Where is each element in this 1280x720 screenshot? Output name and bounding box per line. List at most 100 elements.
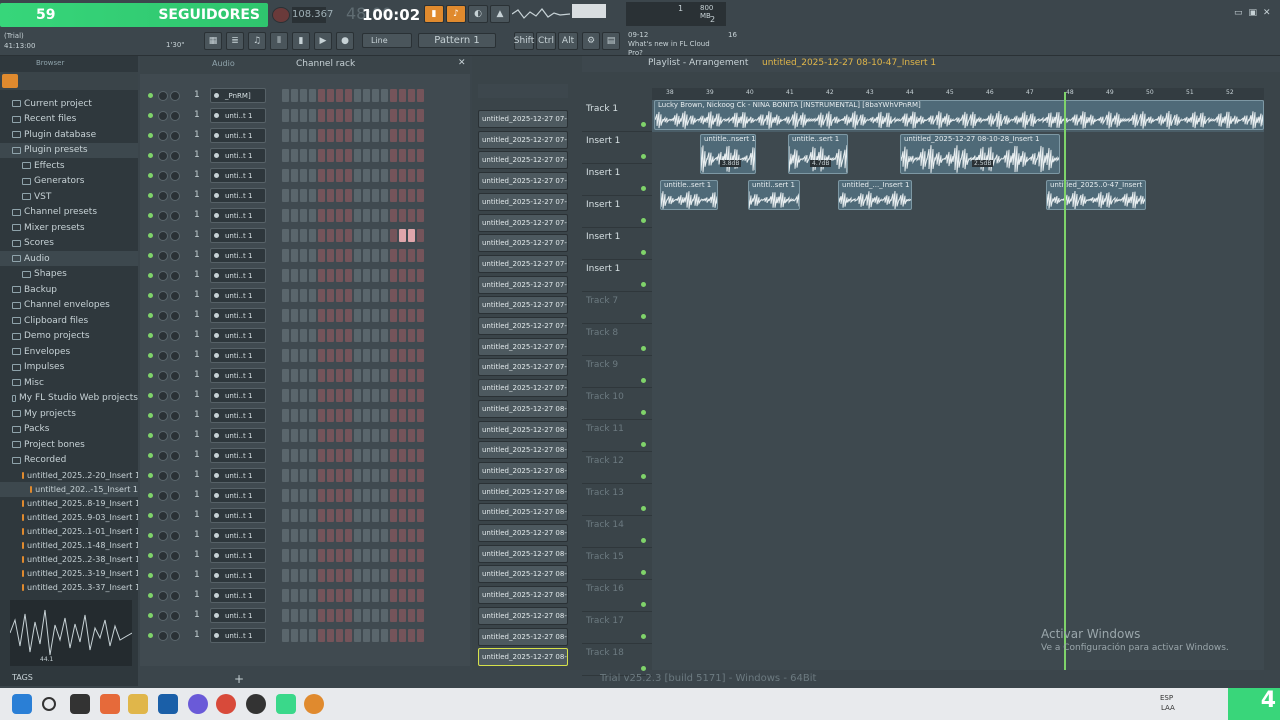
step-button[interactable] bbox=[291, 369, 298, 382]
step-button[interactable] bbox=[327, 569, 334, 582]
step-button[interactable] bbox=[336, 289, 343, 302]
step-button[interactable] bbox=[309, 469, 316, 482]
volume-knob[interactable] bbox=[170, 91, 180, 101]
step-button[interactable] bbox=[399, 509, 406, 522]
step-button[interactable] bbox=[336, 229, 343, 242]
step-button[interactable] bbox=[372, 289, 379, 302]
obs-icon[interactable] bbox=[246, 694, 266, 714]
volume-knob[interactable] bbox=[170, 151, 180, 161]
step-button[interactable] bbox=[408, 269, 415, 282]
step-button[interactable] bbox=[381, 229, 388, 242]
step-button[interactable] bbox=[327, 549, 334, 562]
step-button[interactable] bbox=[390, 629, 397, 642]
step-button[interactable] bbox=[408, 409, 415, 422]
step-button[interactable] bbox=[417, 329, 424, 342]
mixer-track-button[interactable]: untitled_2025-12-27 08- bbox=[478, 482, 568, 501]
step-button[interactable] bbox=[417, 169, 424, 182]
step-button[interactable] bbox=[354, 609, 361, 622]
mixer-track-button[interactable]: untitled_2025-12-27 07- bbox=[478, 337, 568, 356]
step-button[interactable] bbox=[309, 209, 316, 222]
channel-name-button[interactable]: unti..t 1 bbox=[210, 248, 266, 263]
browser-item[interactable]: Impulses bbox=[0, 360, 138, 375]
step-button[interactable] bbox=[327, 509, 334, 522]
start-icon[interactable] bbox=[12, 694, 32, 714]
step-button[interactable] bbox=[390, 229, 397, 242]
step-button[interactable] bbox=[327, 329, 334, 342]
channel-row[interactable]: 1 unti..t 1 bbox=[140, 246, 470, 266]
step-button[interactable] bbox=[300, 409, 307, 422]
recorded-file[interactable]: untitled_202..-15_Insert 1 bbox=[0, 482, 138, 497]
step-button[interactable] bbox=[327, 369, 334, 382]
recorded-file[interactable]: untitled_2025..1-48_Insert 1 bbox=[0, 538, 138, 553]
recorded-file[interactable]: untitled_2025..3-19_Insert 1 bbox=[0, 566, 138, 581]
step-button[interactable] bbox=[282, 409, 289, 422]
channel-mute-led[interactable] bbox=[148, 253, 153, 258]
step-button[interactable] bbox=[363, 269, 370, 282]
channel-row[interactable]: 1 unti..t 1 bbox=[140, 566, 470, 586]
step-button[interactable] bbox=[327, 489, 334, 502]
channel-name-button[interactable]: unti..t 1 bbox=[210, 528, 266, 543]
step-button[interactable] bbox=[282, 189, 289, 202]
step-button[interactable] bbox=[372, 409, 379, 422]
track-header[interactable]: Track 14 bbox=[582, 516, 652, 548]
minimize-icon[interactable]: ▭ bbox=[1234, 8, 1243, 20]
channel-name-button[interactable]: unti..t 1 bbox=[210, 308, 266, 323]
step-sequencer[interactable] bbox=[282, 149, 424, 162]
volume-knob[interactable] bbox=[170, 251, 180, 261]
step-button[interactable] bbox=[381, 269, 388, 282]
step-button[interactable] bbox=[327, 89, 334, 102]
step-button[interactable] bbox=[291, 329, 298, 342]
track-header[interactable]: Track 15 bbox=[582, 548, 652, 580]
step-button[interactable] bbox=[372, 329, 379, 342]
mixer-track-button[interactable]: untitled_2025-12-27 08- bbox=[478, 461, 568, 480]
step-button[interactable] bbox=[408, 249, 415, 262]
step-button[interactable] bbox=[399, 469, 406, 482]
step-sequencer[interactable] bbox=[282, 569, 424, 582]
step-button[interactable] bbox=[390, 269, 397, 282]
step-button[interactable] bbox=[300, 369, 307, 382]
channel-mute-led[interactable] bbox=[148, 173, 153, 178]
step-button[interactable] bbox=[309, 369, 316, 382]
step-button[interactable] bbox=[345, 449, 352, 462]
step-button[interactable] bbox=[282, 369, 289, 382]
mixer-track-button[interactable]: untitled_2025-12-27 07- bbox=[478, 130, 568, 149]
step-button[interactable] bbox=[399, 349, 406, 362]
volume-knob[interactable] bbox=[170, 311, 180, 321]
step-button[interactable] bbox=[345, 329, 352, 342]
mixer-track-button[interactable]: untitled_2025-12-27 07- bbox=[478, 358, 568, 377]
step-sequencer[interactable] bbox=[282, 329, 424, 342]
step-button[interactable] bbox=[282, 489, 289, 502]
step-button[interactable] bbox=[309, 449, 316, 462]
step-button[interactable] bbox=[372, 229, 379, 242]
step-button[interactable] bbox=[318, 489, 325, 502]
channel-name-button[interactable]: unti..t 1 bbox=[210, 588, 266, 603]
mixer-track-button[interactable]: untitled_2025-12-27 07- bbox=[478, 254, 568, 273]
channel-name-button[interactable]: unti..t 1 bbox=[210, 328, 266, 343]
step-button[interactable] bbox=[408, 569, 415, 582]
step-button[interactable] bbox=[363, 189, 370, 202]
step-button[interactable] bbox=[354, 89, 361, 102]
step-button[interactable] bbox=[291, 129, 298, 142]
browser-item[interactable]: Channel envelopes bbox=[0, 298, 138, 313]
step-button[interactable] bbox=[291, 509, 298, 522]
step-sequencer[interactable] bbox=[282, 609, 424, 622]
channel-mute-led[interactable] bbox=[148, 613, 153, 618]
pan-knob[interactable] bbox=[158, 151, 168, 161]
step-button[interactable] bbox=[363, 109, 370, 122]
step-button[interactable] bbox=[336, 369, 343, 382]
step-button[interactable] bbox=[417, 149, 424, 162]
step-button[interactable] bbox=[381, 169, 388, 182]
step-button[interactable] bbox=[399, 429, 406, 442]
channel-row[interactable]: 1 unti..t 1 bbox=[140, 186, 470, 206]
step-button[interactable] bbox=[417, 589, 424, 602]
step-button[interactable] bbox=[300, 389, 307, 402]
track-enable-led[interactable] bbox=[641, 570, 646, 575]
step-button[interactable] bbox=[363, 129, 370, 142]
step-button[interactable] bbox=[327, 529, 334, 542]
step-button[interactable] bbox=[309, 389, 316, 402]
step-button[interactable] bbox=[291, 449, 298, 462]
step-button[interactable] bbox=[354, 249, 361, 262]
step-button[interactable] bbox=[345, 569, 352, 582]
step-button[interactable] bbox=[381, 509, 388, 522]
step-button[interactable] bbox=[417, 629, 424, 642]
